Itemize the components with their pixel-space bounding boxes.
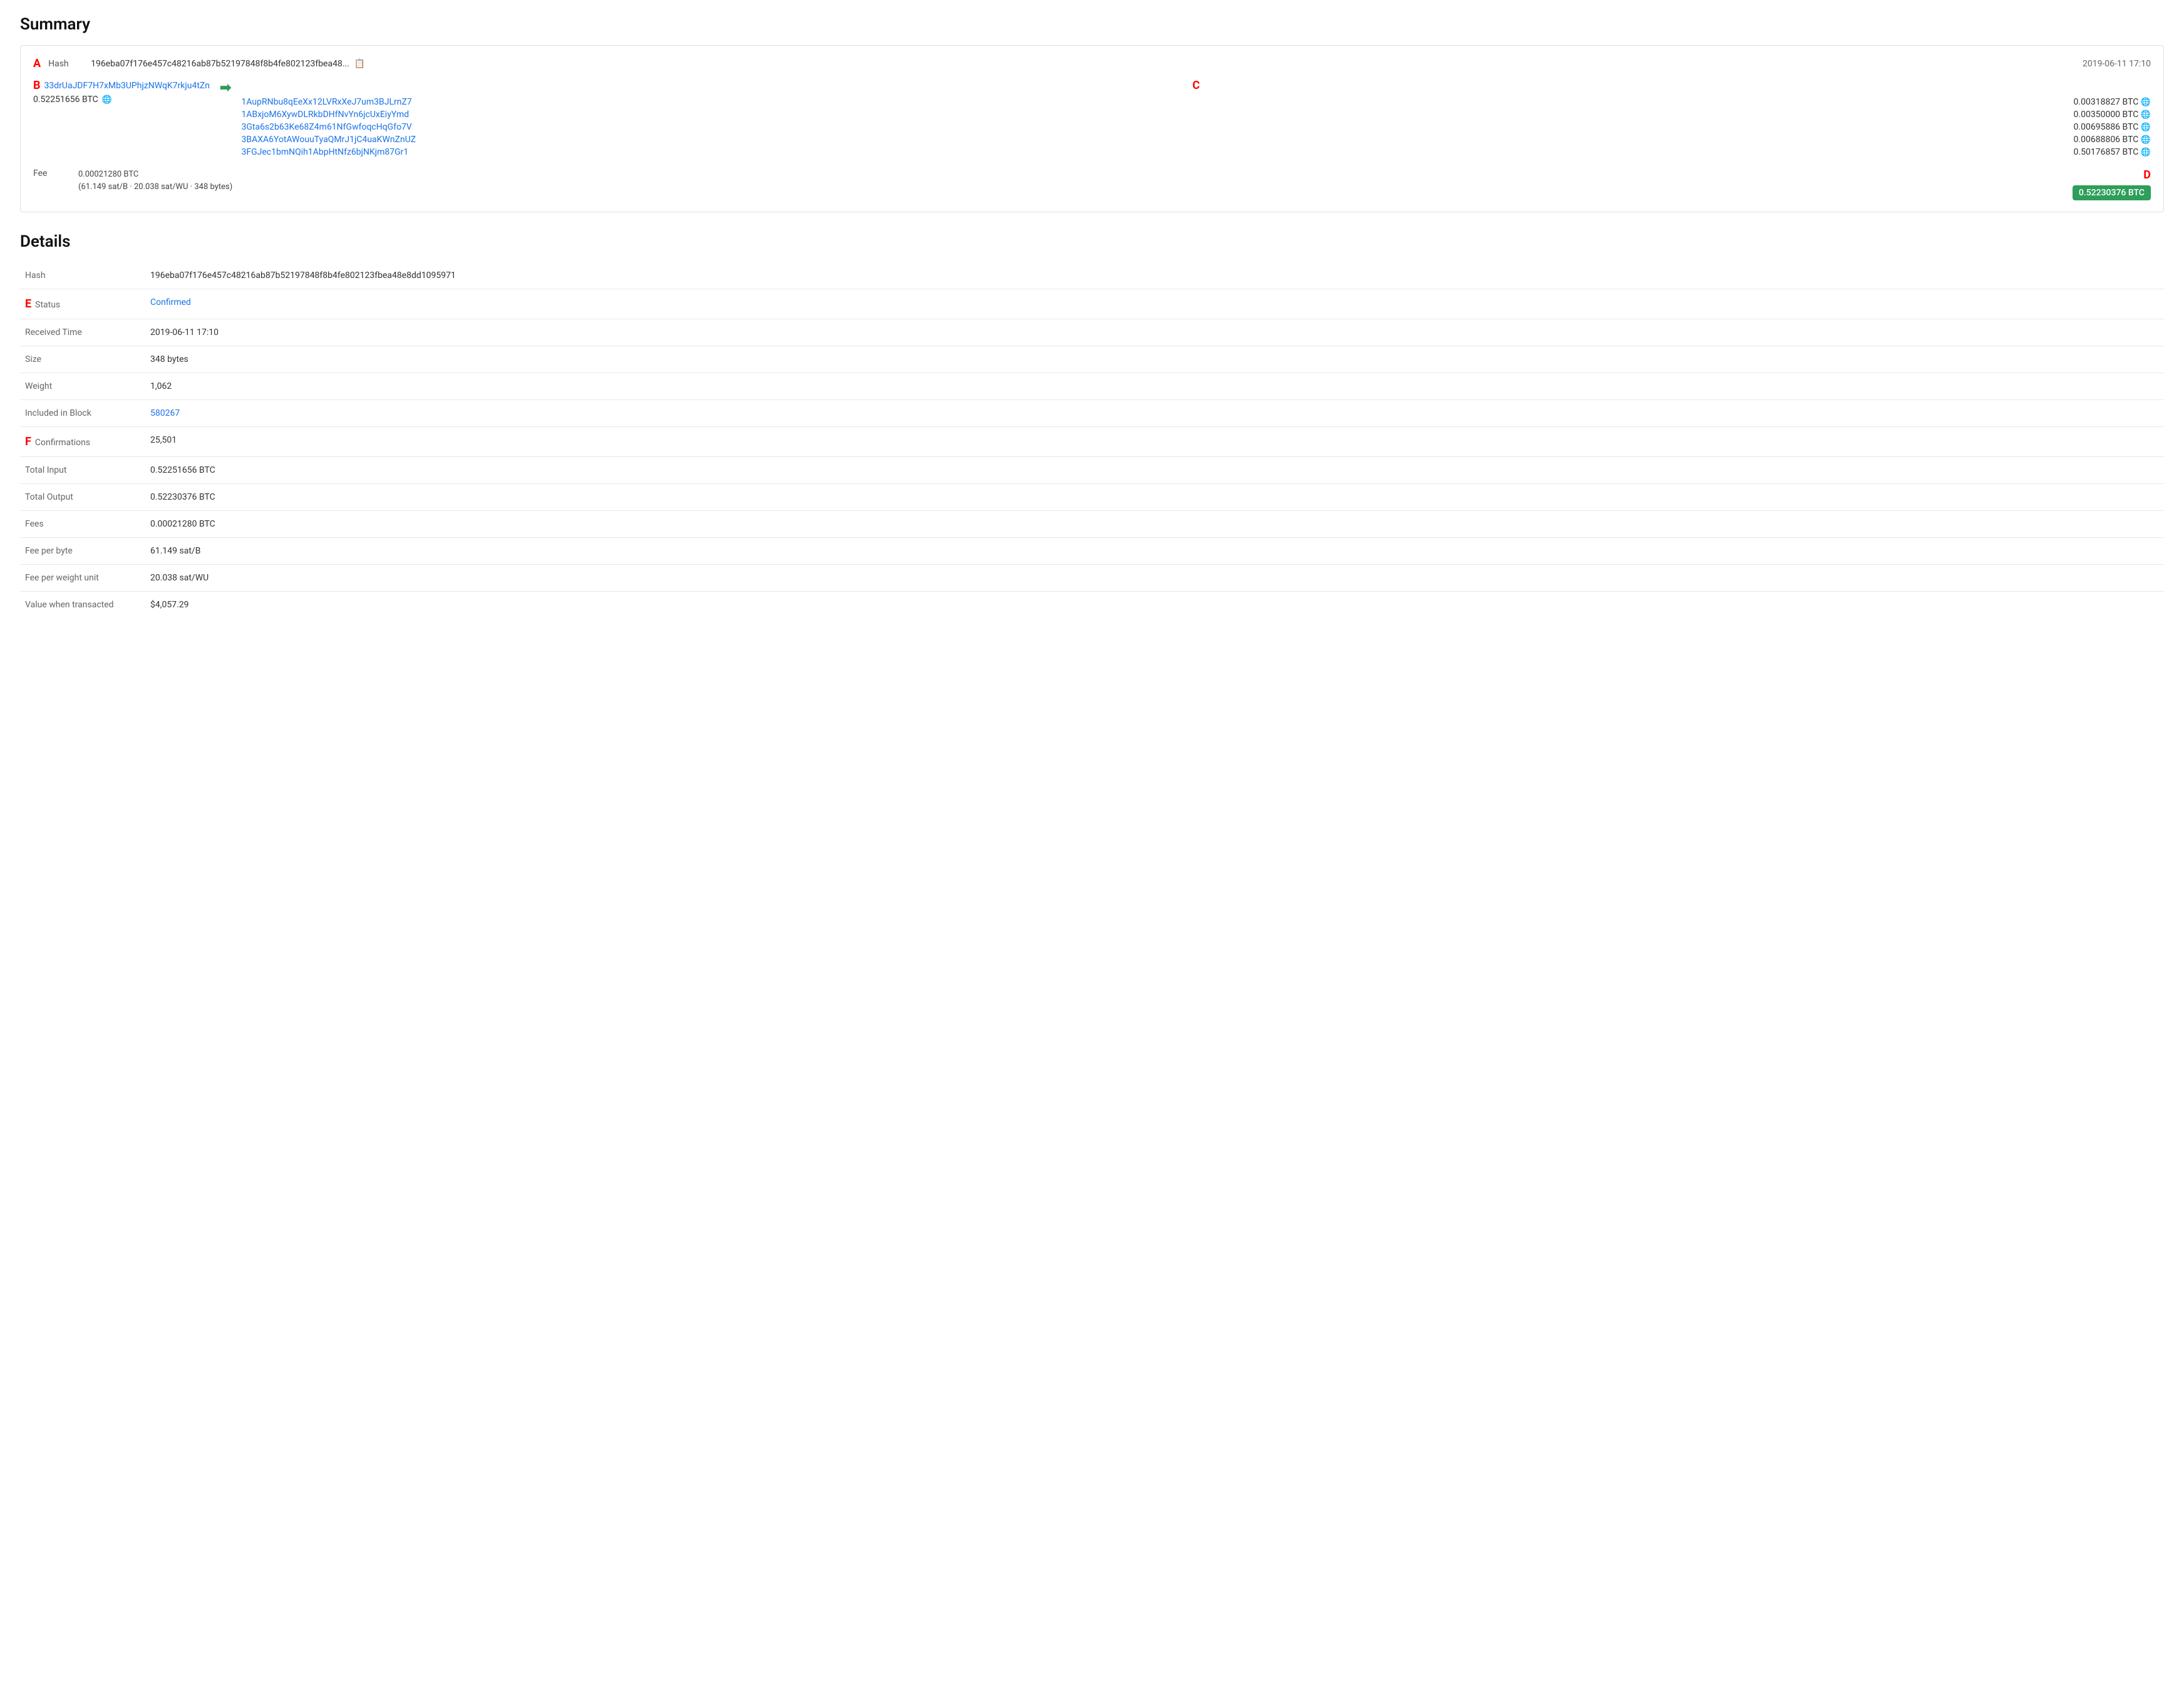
globe-icon-2: 🌐 — [2141, 123, 2151, 132]
details-title: Details — [20, 232, 2164, 251]
fee-row: Fee 0.00021280 BTC (61.149 sat/B · 20.03… — [33, 168, 2151, 200]
detail-value: 580267 — [145, 400, 2164, 427]
detail-value: Confirmed — [145, 289, 2164, 319]
detail-value: 61.149 sat/B — [145, 538, 2164, 565]
summary-title: Summary — [20, 15, 2164, 34]
hash-short-value: 196eba07f176e457c48216ab87b52197848f8b4f… — [91, 59, 349, 69]
detail-value: 2019-06-11 17:10 — [145, 319, 2164, 346]
summary-hash-left: A Hash 196eba07f176e457c48216ab87b521978… — [33, 57, 365, 70]
table-row: Size348 bytes — [20, 346, 2164, 373]
detail-value: 20.038 sat/WU — [145, 565, 2164, 592]
output-addr-4[interactable]: 3FGJec1bmNQih1AbpHtNfz6bjNKjm87Gr1 — [241, 147, 408, 157]
detail-label: Size — [20, 346, 145, 373]
summary-section: Summary A Hash 196eba07f176e457c48216ab8… — [20, 15, 2164, 212]
fee-label: Fee — [33, 168, 71, 193]
summary-hash-row: A Hash 196eba07f176e457c48216ab87b521978… — [33, 57, 2151, 70]
table-row: Fee per byte61.149 sat/B — [20, 538, 2164, 565]
output-row-0: 1AupRNbu8qEeXx12LVRxXeJ7um3BJLrnZ7 0.003… — [241, 97, 2151, 107]
globe-icon-1: 🌐 — [2141, 110, 2151, 120]
output-addr-1[interactable]: 1ABxjoM6XywDLRkbDHfNvYn6jcUxEiyYmd — [241, 110, 409, 120]
detail-value: 1,062 — [145, 373, 2164, 400]
annotation-d: D — [2143, 168, 2151, 182]
detail-label: Fee per weight unit — [20, 565, 145, 592]
table-row: Total Input0.52251656 BTC — [20, 457, 2164, 484]
total-output-badge: 0.52230376 BTC — [2073, 185, 2151, 200]
fee-main: 0.00021280 BTC — [78, 168, 232, 181]
copy-icon[interactable]: 📋 — [354, 59, 365, 69]
detail-value: 348 bytes — [145, 346, 2164, 373]
tx-input-col: B 33drUaJDF7H7xMb3UPhjzNWqK7rkju4tZn 0.5… — [33, 79, 210, 105]
output-row-2: 3Gta6s2b63Ke68Z4m61NfGwfoqcHqGfo7V 0.006… — [241, 122, 2151, 132]
arrow-col: ➡ — [220, 79, 231, 96]
table-row: Fee per weight unit20.038 sat/WU — [20, 565, 2164, 592]
details-section: Details Hash196eba07f176e457c48216ab87b5… — [20, 232, 2164, 618]
input-address[interactable]: 33drUaJDF7H7xMb3UPhjzNWqK7rkju4tZn — [44, 81, 210, 91]
table-row: Total Output0.52230376 BTC — [20, 484, 2164, 511]
hash-label: Hash — [48, 59, 86, 69]
detail-label: FConfirmations — [20, 427, 145, 457]
table-row: Value when transacted$4,057.29 — [20, 592, 2164, 619]
detail-label: Fees — [20, 511, 145, 538]
input-amount: 0.52251656 BTC — [33, 95, 98, 105]
status-confirmed: Confirmed — [150, 297, 191, 307]
detail-value: 0.52230376 BTC — [145, 484, 2164, 511]
table-row: Received Time2019-06-11 17:10 — [20, 319, 2164, 346]
detail-value: $4,057.29 — [145, 592, 2164, 619]
output-amount-3: 0.00688806 BTC 🌐 — [2074, 135, 2151, 145]
detail-label: Weight — [20, 373, 145, 400]
output-row-4: 3FGJec1bmNQih1AbpHtNfz6bjNKjm87Gr1 0.501… — [241, 147, 2151, 157]
globe-icon-0: 🌐 — [2141, 98, 2151, 107]
output-addr-2[interactable]: 3Gta6s2b63Ke68Z4m61NfGwfoqcHqGfo7V — [241, 122, 411, 132]
globe-icon-input: 🌐 — [102, 95, 112, 105]
table-row: Hash196eba07f176e457c48216ab87b52197848f… — [20, 262, 2164, 289]
tx-flow-row: B 33drUaJDF7H7xMb3UPhjzNWqK7rkju4tZn 0.5… — [33, 79, 2151, 157]
detail-value: 0.00021280 BTC — [145, 511, 2164, 538]
detail-label: Total Input — [20, 457, 145, 484]
output-addr-0[interactable]: 1AupRNbu8qEeXx12LVRxXeJ7um3BJLrnZ7 — [241, 97, 411, 107]
detail-label: Included in Block — [20, 400, 145, 427]
output-row-1: 1ABxjoM6XywDLRkbDHfNvYn6jcUxEiyYmd 0.003… — [241, 110, 2151, 120]
summary-box: A Hash 196eba07f176e457c48216ab87b521978… — [20, 45, 2164, 212]
detail-label: EStatus — [20, 289, 145, 319]
fee-details: 0.00021280 BTC (61.149 sat/B · 20.038 sa… — [78, 168, 232, 193]
annotation-c: C — [241, 79, 2151, 92]
globe-icon-4: 🌐 — [2141, 148, 2151, 157]
output-amount-2: 0.00695886 BTC 🌐 — [2074, 122, 2151, 132]
annotation-a: A — [33, 57, 41, 70]
detail-value: 0.52251656 BTC — [145, 457, 2164, 484]
summary-timestamp: 2019-06-11 17:10 — [2083, 59, 2151, 69]
fee-detail: (61.149 sat/B · 20.038 sat/WU · 348 byte… — [78, 181, 232, 193]
detail-label: Value when transacted — [20, 592, 145, 619]
detail-link[interactable]: 580267 — [150, 408, 180, 418]
detail-label: Hash — [20, 262, 145, 289]
output-amount-1: 0.00350000 BTC 🌐 — [2074, 110, 2151, 120]
fee-left: Fee 0.00021280 BTC (61.149 sat/B · 20.03… — [33, 168, 232, 193]
detail-value: 196eba07f176e457c48216ab87b52197848f8b4f… — [145, 262, 2164, 289]
output-amount-0: 0.00318827 BTC 🌐 — [2074, 97, 2151, 107]
detail-label: Fee per byte — [20, 538, 145, 565]
table-row: FConfirmations25,501 — [20, 427, 2164, 457]
output-addr-3[interactable]: 3BAXA6YotAWouuTyaQMrJ1jC4uaKWnZnUZ — [241, 135, 416, 145]
table-row: Weight1,062 — [20, 373, 2164, 400]
globe-icon-3: 🌐 — [2141, 135, 2151, 145]
annotation-b: B — [33, 79, 41, 92]
arrow-right-icon: ➡ — [220, 80, 231, 96]
output-row-3: 3BAXA6YotAWouuTyaQMrJ1jC4uaKWnZnUZ 0.006… — [241, 135, 2151, 145]
detail-label: Received Time — [20, 319, 145, 346]
detail-label: Total Output — [20, 484, 145, 511]
table-row: Included in Block 580267 — [20, 400, 2164, 427]
details-table: Hash196eba07f176e457c48216ab87b52197848f… — [20, 262, 2164, 618]
tx-output-col: C 1AupRNbu8qEeXx12LVRxXeJ7um3BJLrnZ7 0.0… — [241, 79, 2151, 157]
annotation-e: E — [25, 297, 31, 311]
input-amount-row: 0.52251656 BTC 🌐 — [33, 95, 210, 105]
annotation-f: F — [25, 435, 31, 448]
table-row: Fees0.00021280 BTC — [20, 511, 2164, 538]
output-amount-4: 0.50176857 BTC 🌐 — [2074, 147, 2151, 157]
table-row: EStatus Confirmed — [20, 289, 2164, 319]
detail-value: 25,501 — [145, 427, 2164, 457]
